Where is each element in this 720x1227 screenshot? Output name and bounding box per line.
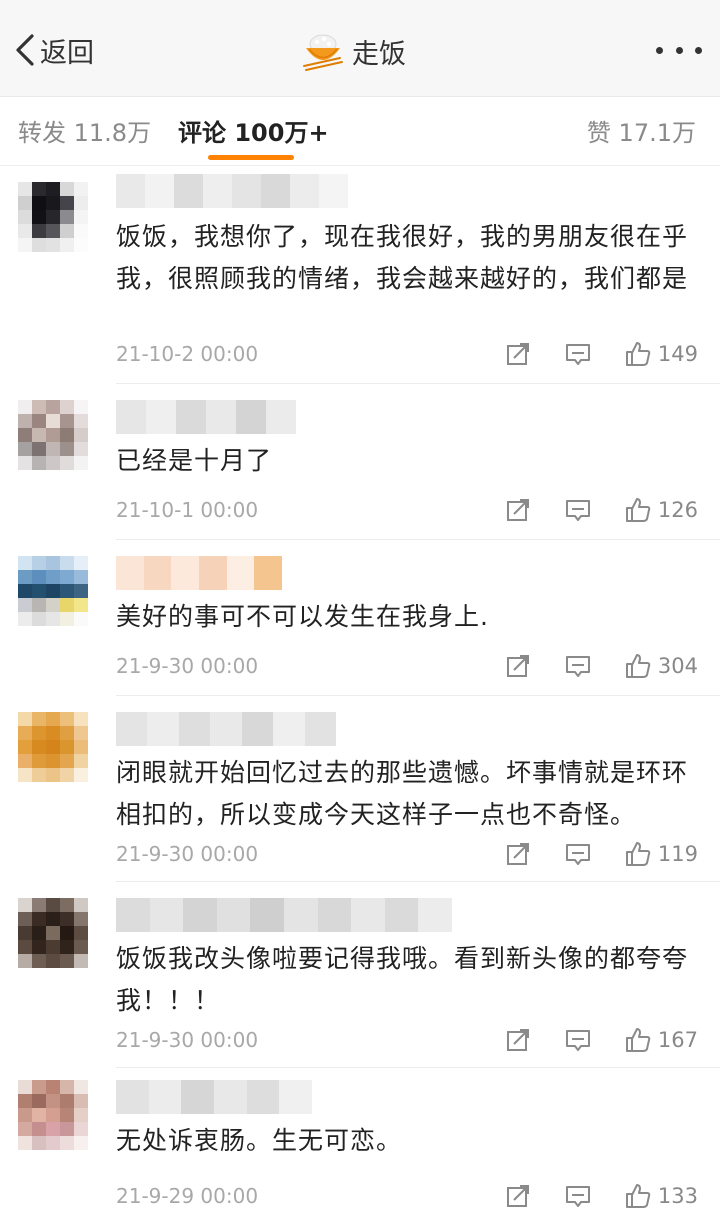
avatar[interactable]: [18, 898, 88, 968]
comment-reply-icon[interactable]: [564, 840, 592, 868]
comment-item: 饭饭我改头像啦要记得我哦。看到新头像的都夸夸我！！！ 21-9-30 00:00…: [0, 882, 720, 1068]
page-title: 走饭: [300, 26, 406, 76]
thumbs-up-icon[interactable]: [624, 1182, 652, 1210]
like-count: 126: [657, 498, 698, 522]
comment-reply-icon[interactable]: [564, 652, 592, 680]
comment-actions: 126: [504, 494, 698, 526]
comment-text: 饭饭，我想你了，现在我很好，我的男朋友很在乎我，很照顾我的情绪，我会越来越好的，…: [116, 222, 689, 293]
thumbs-up-icon[interactable]: [624, 496, 652, 524]
share-icon[interactable]: [504, 652, 532, 680]
comment-time: 21-9-30 00:00: [116, 654, 259, 678]
comment-text: 无处诉衷肠。生无可恋。: [116, 1126, 403, 1155]
username-blurred[interactable]: [116, 1080, 312, 1114]
comment-actions: 167: [504, 1024, 698, 1056]
comment-time: 21-9-29 00:00: [116, 1184, 259, 1208]
tab-comment[interactable]: 评论 100万+: [178, 113, 329, 148]
avatar[interactable]: [18, 1080, 88, 1150]
avatar[interactable]: [18, 182, 88, 252]
chevron-left-icon: [16, 34, 34, 66]
avatar[interactable]: [18, 556, 88, 626]
comment-text: 饭饭我改头像啦要记得我哦。看到新头像的都夸夸我！！！: [116, 944, 689, 1015]
comment-text: 闭眼就开始回忆过去的那些遗憾。坏事情就是环环相扣的，所以变成今天这样子一点也不奇…: [116, 758, 689, 829]
comment-time: 21-9-30 00:00: [116, 1028, 259, 1052]
comment-item: 饭饭，我想你了，现在我很好，我的男朋友很在乎我，很照顾我的情绪，我会越来越好的，…: [0, 166, 720, 384]
thumbs-up-icon[interactable]: [624, 1026, 652, 1054]
share-icon[interactable]: [504, 496, 532, 524]
avatar[interactable]: [18, 400, 88, 470]
active-tab-indicator: [208, 155, 294, 160]
like-count: 133: [657, 1184, 698, 1208]
username-blurred[interactable]: [116, 898, 452, 932]
username-blurred[interactable]: [116, 400, 296, 434]
comment-item: 闭眼就开始回忆过去的那些遗憾。坏事情就是环环相扣的，所以变成今天这样子一点也不奇…: [0, 696, 720, 882]
username-blurred[interactable]: [116, 174, 348, 208]
thumbs-up-icon[interactable]: [624, 652, 652, 680]
share-icon[interactable]: [504, 840, 532, 868]
comment-time: 21-10-1 00:00: [116, 498, 259, 522]
comment-text: 美好的事可不可以发生在我身上.: [116, 602, 489, 631]
share-icon[interactable]: [504, 340, 532, 368]
like-count: 119: [657, 842, 698, 866]
comment-reply-icon[interactable]: [564, 496, 592, 524]
comment-time: 21-10-2 00:00: [116, 342, 259, 366]
comment-text: 已经是十月了: [116, 446, 273, 475]
comment-item: 无处诉衷肠。生无可恋。 21-9-29 00:00 133: [0, 1068, 720, 1227]
back-label: 返回: [40, 37, 94, 69]
tab-repost[interactable]: 转发 11.8万: [18, 113, 151, 148]
like-count: 304: [657, 654, 698, 678]
more-dots-icon[interactable]: [656, 34, 702, 66]
rice-bowl-icon: [303, 34, 343, 71]
username-blurred[interactable]: [116, 556, 282, 590]
share-icon[interactable]: [504, 1182, 532, 1210]
thumbs-up-icon[interactable]: [624, 840, 652, 868]
comment-reply-icon[interactable]: [564, 340, 592, 368]
like-count: 167: [657, 1028, 698, 1052]
comment-actions: 133: [504, 1180, 698, 1212]
comment-item: 美好的事可不可以发生在我身上. 21-9-30 00:00 304: [0, 540, 720, 696]
tab-like[interactable]: 赞 17.1万: [587, 113, 696, 148]
comment-time: 21-9-30 00:00: [116, 842, 259, 866]
username-blurred[interactable]: [116, 712, 336, 746]
comment-actions: 119: [504, 838, 698, 870]
share-icon[interactable]: [504, 1026, 532, 1054]
comment-actions: 304: [504, 650, 698, 682]
title-label: 走饭: [352, 38, 406, 70]
comment-reply-icon[interactable]: [564, 1182, 592, 1210]
comment-reply-icon[interactable]: [564, 1026, 592, 1054]
comment-item: 已经是十月了 21-10-1 00:00 126: [0, 384, 720, 540]
top-nav-bar: 返回 走饭: [0, 0, 720, 97]
thumbs-up-icon[interactable]: [624, 340, 652, 368]
avatar[interactable]: [18, 712, 88, 782]
tab-bar: 转发 11.8万 评论 100万+ 赞 17.1万: [0, 97, 720, 166]
back-button[interactable]: 返回: [12, 30, 94, 70]
like-count: 149: [657, 342, 698, 366]
comment-actions: 149: [504, 338, 698, 370]
